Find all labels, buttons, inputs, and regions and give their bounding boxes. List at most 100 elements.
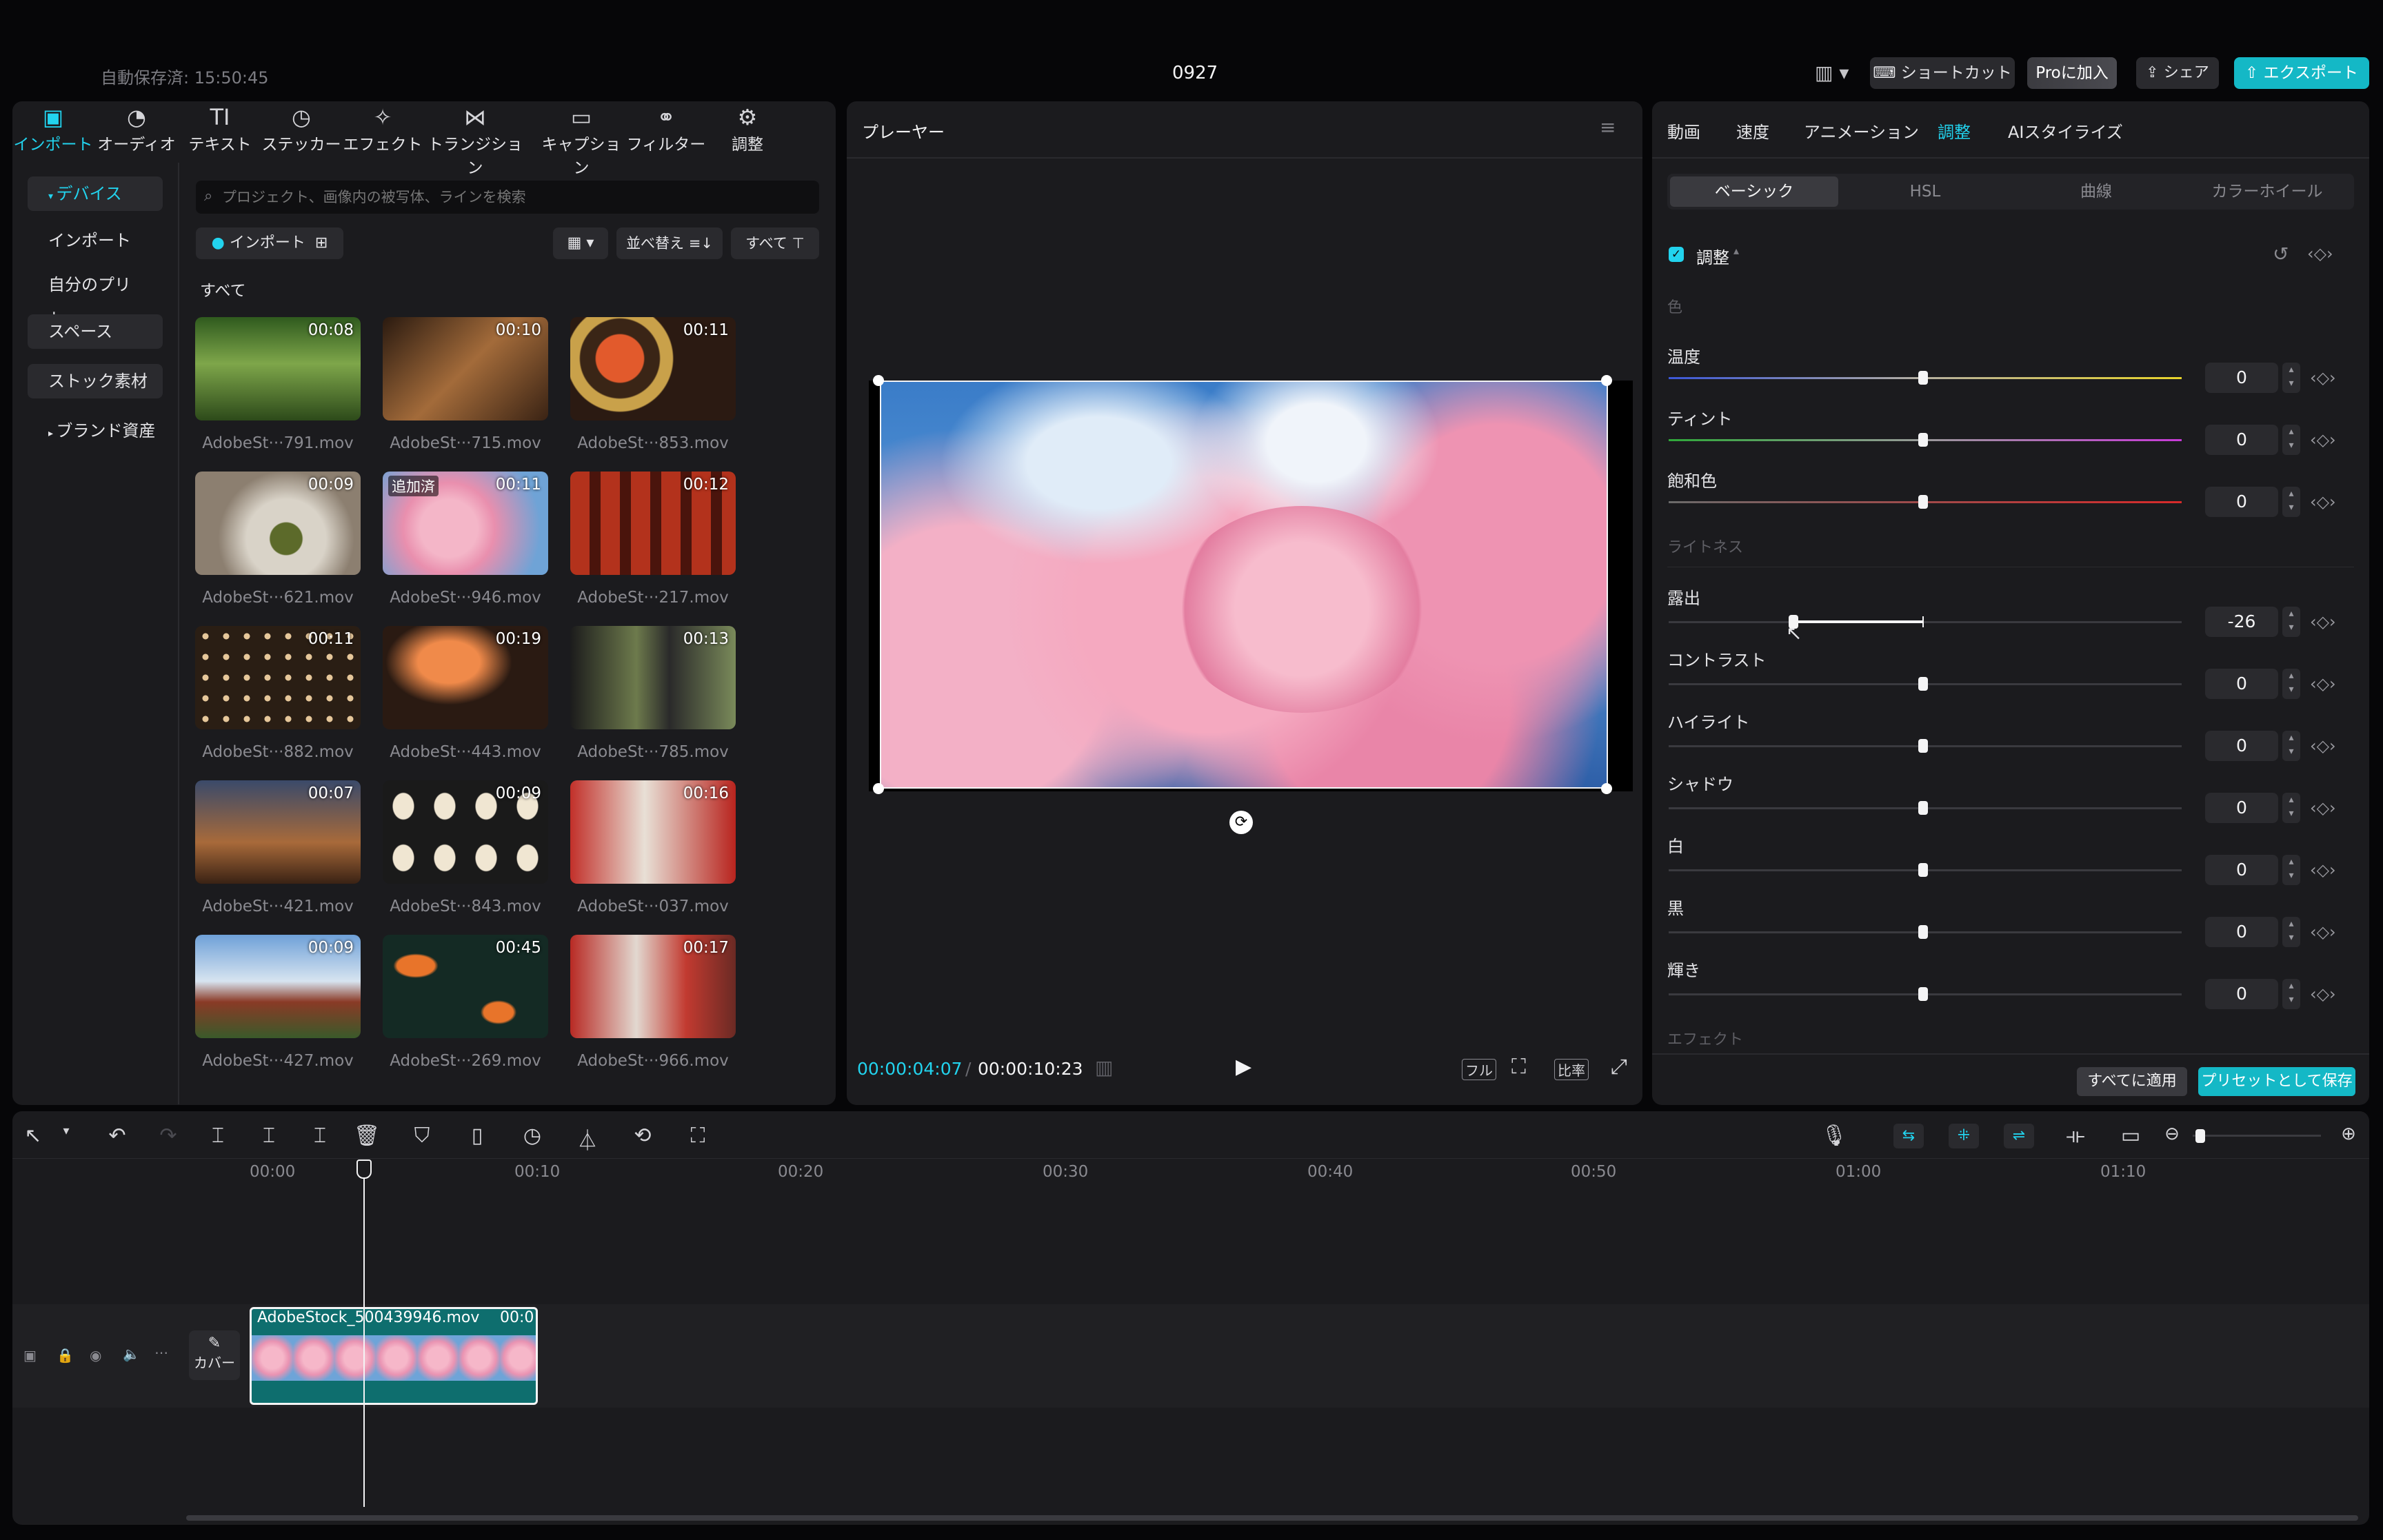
- menu-icon[interactable]: ≡: [1600, 116, 1616, 139]
- stepper-icon[interactable]: ▴ ▾: [2282, 363, 2300, 393]
- list-item[interactable]: 00:07 AdobeSt···421.mov: [195, 780, 361, 926]
- tint-value[interactable]: 0: [2205, 425, 2278, 455]
- link-icon[interactable]: ⇌: [2004, 1124, 2034, 1148]
- tab-sticker[interactable]: ◷ ステッカー: [261, 103, 342, 159]
- sidebar-item-space[interactable]: スペース: [28, 314, 163, 349]
- slider-knob[interactable]: [2195, 1129, 2205, 1143]
- resize-handle[interactable]: [1601, 783, 1612, 794]
- apply-all-button[interactable]: すべてに適用: [2077, 1067, 2187, 1096]
- tab-transition[interactable]: ⋈ トランジション: [423, 103, 527, 177]
- keyframe-icon[interactable]: ‹◇›: [2310, 368, 2336, 387]
- save-preset-button[interactable]: プリセットとして保存: [2198, 1067, 2355, 1096]
- freeze-icon[interactable]: ▯: [463, 1124, 491, 1148]
- cover-button[interactable]: ✎ カバー: [189, 1330, 240, 1380]
- split-right-icon[interactable]: ⌶: [306, 1124, 334, 1148]
- slider-knob[interactable]: [1918, 925, 1928, 939]
- tab-video[interactable]: 動画: [1667, 119, 1700, 143]
- slider-knob[interactable]: [1918, 801, 1928, 815]
- slider-knob[interactable]: [1918, 677, 1928, 691]
- sidebar-item-stock[interactable]: ストック素材: [28, 364, 163, 398]
- lock-icon[interactable]: 🔒: [57, 1347, 74, 1364]
- subtab-curves[interactable]: 曲線: [2012, 176, 2180, 207]
- stepper-icon[interactable]: ▴ ▾: [2282, 979, 2300, 1009]
- main-track-magnet-icon[interactable]: ⇆: [1893, 1124, 1924, 1148]
- tab-import[interactable]: ▣ インポート: [12, 103, 94, 159]
- tab-caption[interactable]: ▭ キャプション: [534, 103, 628, 177]
- list-item[interactable]: 追加済 00:11 AdobeSt···946.mov: [383, 472, 548, 618]
- mirror-icon[interactable]: ⏃: [574, 1124, 601, 1154]
- brilliance-value[interactable]: 0: [2205, 979, 2278, 1009]
- filter-button[interactable]: すべて ⊤: [731, 227, 819, 259]
- timeline-preview-icon[interactable]: ▭: [2117, 1124, 2144, 1148]
- exposure-value[interactable]: -26: [2205, 607, 2278, 637]
- collapse-icon[interactable]: ▴: [1733, 244, 1739, 257]
- contrast-value[interactable]: 0: [2205, 669, 2278, 699]
- stepper-icon[interactable]: ▴ ▾: [2282, 607, 2300, 637]
- slider-knob[interactable]: [1918, 863, 1928, 877]
- playhead-handle[interactable]: [356, 1159, 372, 1179]
- more-icon[interactable]: ⋯: [154, 1344, 168, 1361]
- timeline-scrollbar[interactable]: [186, 1515, 2358, 1521]
- export-button[interactable]: ⇧ エクスポート: [2234, 57, 2369, 89]
- temperature-value[interactable]: 0: [2205, 363, 2278, 393]
- black-value[interactable]: 0: [2205, 917, 2278, 947]
- sidebar-item-device[interactable]: ▾ デバイス: [28, 176, 163, 211]
- marker-icon[interactable]: ⛉: [408, 1124, 436, 1148]
- list-item[interactable]: 00:08 AdobeSt···791.mov: [195, 317, 361, 463]
- list-item[interactable]: 00:13 AdobeSt···785.mov: [570, 626, 736, 772]
- list-item[interactable]: 00:12 AdobeSt···217.mov: [570, 472, 736, 618]
- keyframe-icon[interactable]: ‹◇›: [2310, 430, 2336, 449]
- tab-animation[interactable]: アニメーション: [1804, 119, 1919, 143]
- resize-handle[interactable]: [873, 783, 884, 794]
- list-item[interactable]: 00:09 AdobeSt···427.mov: [195, 935, 361, 1081]
- stepper-icon[interactable]: ▴ ▾: [2282, 487, 2300, 517]
- stepper-icon[interactable]: ▴ ▾: [2282, 793, 2300, 823]
- playhead[interactable]: [363, 1159, 365, 1507]
- slider-knob[interactable]: [1918, 433, 1928, 447]
- ratio-button[interactable]: 比率: [1554, 1059, 1589, 1080]
- stepper-icon[interactable]: ▴ ▾: [2282, 669, 2300, 699]
- fullscreen-icon[interactable]: ⤢: [1611, 1055, 1627, 1079]
- snap-icon[interactable]: ⁜: [1949, 1124, 1979, 1148]
- tab-filter[interactable]: ⚭ フィルター: [625, 103, 707, 159]
- rotate-icon[interactable]: ⟳: [1229, 811, 1253, 834]
- sidebar-item-presets[interactable]: 自分のプリセ…: [28, 267, 163, 329]
- undo-icon[interactable]: ↶: [103, 1124, 131, 1148]
- sidebar-item-import[interactable]: インポート: [28, 223, 163, 258]
- keyframe-icon[interactable]: ‹◇›: [2310, 984, 2336, 1004]
- zoom-fit-icon[interactable]: ⛶: [1511, 1055, 1526, 1079]
- shortcut-button[interactable]: ⌨ ショートカット: [1870, 57, 2015, 89]
- play-button[interactable]: ▶: [1236, 1055, 1251, 1079]
- tab-effects[interactable]: ✧ エフェクト: [342, 103, 423, 159]
- subtab-basic[interactable]: ベーシック: [1670, 176, 1838, 207]
- list-item[interactable]: 00:45 AdobeSt···269.mov: [383, 935, 548, 1081]
- zoom-in-icon[interactable]: ⊕: [2335, 1124, 2362, 1144]
- white-value[interactable]: 0: [2205, 855, 2278, 885]
- tab-ai-stylize[interactable]: AIスタイライズ: [2008, 119, 2123, 143]
- shadow-value[interactable]: 0: [2205, 793, 2278, 823]
- waveform-icon[interactable]: ▥: [1095, 1056, 1113, 1079]
- reverse-icon[interactable]: ◷: [519, 1124, 546, 1148]
- list-item[interactable]: 00:11 AdobeSt···853.mov: [570, 317, 736, 463]
- slider-knob[interactable]: [1918, 495, 1928, 509]
- project-title[interactable]: 0927: [1172, 63, 1218, 83]
- list-item[interactable]: 00:11 AdobeSt···882.mov: [195, 626, 361, 772]
- tab-text[interactable]: TI テキスト: [179, 103, 261, 159]
- stepper-icon[interactable]: ▴ ▾: [2282, 731, 2300, 761]
- microphone-icon[interactable]: 🎙: [1820, 1124, 1848, 1148]
- redo-icon[interactable]: ↷: [154, 1124, 182, 1148]
- keyframe-icon[interactable]: ‹◇›: [2310, 492, 2336, 511]
- highlight-value[interactable]: 0: [2205, 731, 2278, 761]
- keyframe-icon[interactable]: ‹◇›: [2310, 674, 2336, 693]
- list-item[interactable]: 00:09 AdobeSt···843.mov: [383, 780, 548, 926]
- keyframe-icon[interactable]: ‹◇›: [2310, 736, 2336, 756]
- crop-icon[interactable]: ⛶: [684, 1124, 712, 1148]
- preview-axis-icon[interactable]: ⟛: [2062, 1124, 2089, 1148]
- tab-audio[interactable]: ◔ オーディオ: [96, 103, 177, 159]
- sort-button[interactable]: 並べ替え ≡↓: [616, 227, 723, 259]
- keyframe-icon[interactable]: ‹◇›: [2310, 860, 2336, 880]
- tab-adjust-inspector[interactable]: 調整: [1938, 119, 1971, 143]
- split-icon[interactable]: ⌶: [204, 1124, 232, 1148]
- keyframe-icon[interactable]: ‹◇›: [2310, 612, 2336, 631]
- keyframe-icon[interactable]: ‹◇›: [2310, 922, 2336, 942]
